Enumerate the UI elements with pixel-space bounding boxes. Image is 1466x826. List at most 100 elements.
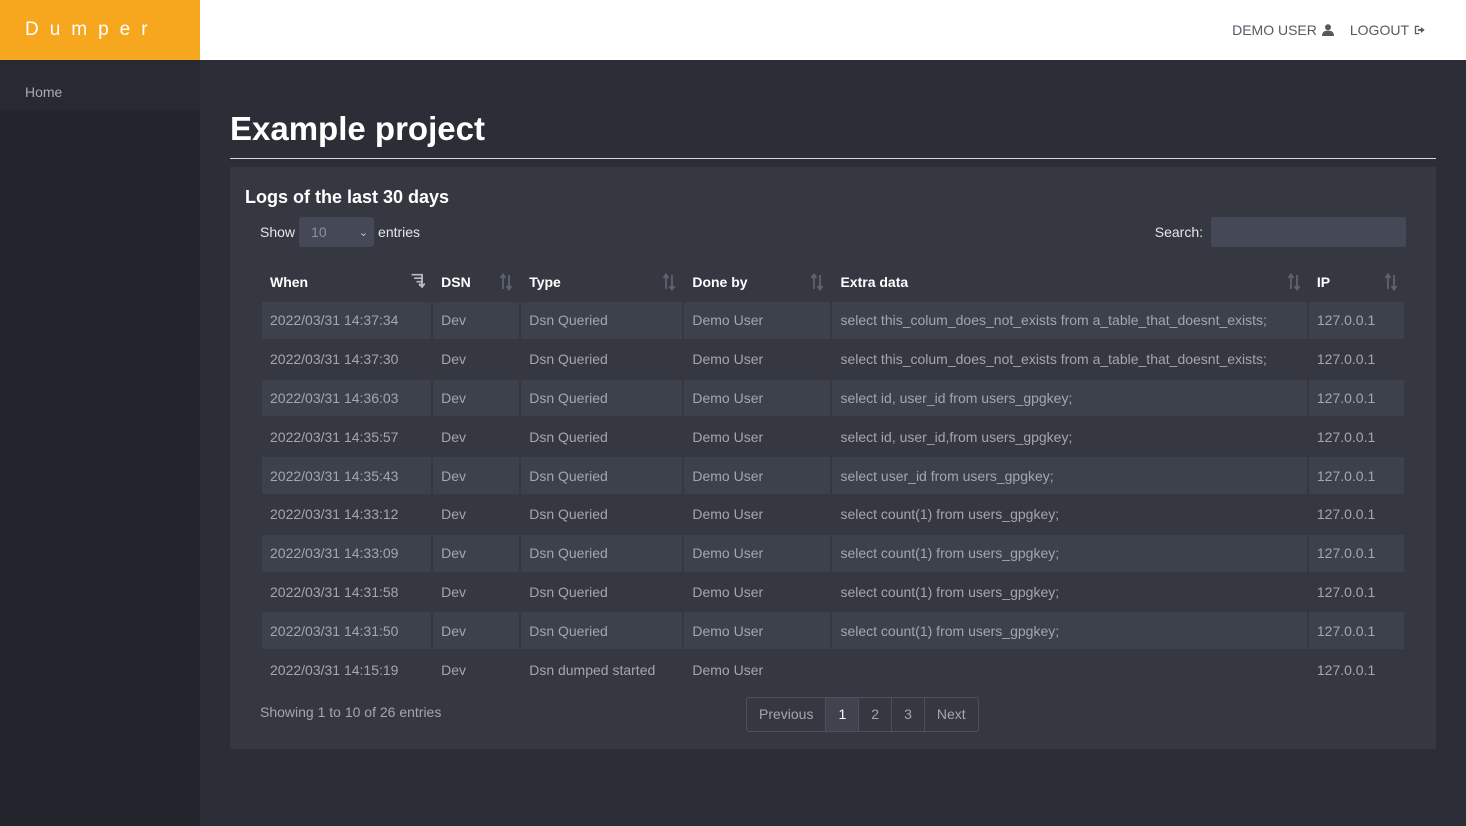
cell-type: Dsn dumped started [529,661,656,678]
pagination: Previous 1 2 3 Next [746,697,979,732]
cell-dsn: Dev [433,534,520,572]
page-title: Example project [230,110,1436,159]
cell-dsn: Dev [433,612,520,650]
user-name: DEMO USER [1232,22,1317,38]
cell-dsn: Dev [433,457,520,494]
table-row: 2022/03/31 14:33:12 Dev Dsn Queried Demo… [262,496,1404,533]
cell-when: 2022/03/31 14:31:50 [262,612,432,650]
cell-dsn: Dev [433,302,520,339]
table-row: 2022/03/31 14:33:09 Dev Dsn Queried Demo… [262,534,1404,572]
entries-select[interactable]: 10 ⌄ [299,217,375,247]
table-row: 2022/03/31 14:35:43 Dev Dsn Queried Demo… [262,457,1404,494]
column-header-type[interactable]: Type [521,264,682,300]
sort-desc-icon [411,273,426,289]
cell-dsn: Dev [441,583,467,600]
search-box: Search: [1155,217,1406,247]
main-content: Example project Logs of the last 30 days… [230,110,1436,749]
cell-extra-data: select this_colum_does_not_exists from a… [832,302,1307,339]
sort-icon [663,273,676,291]
pagination-page-2[interactable]: 2 [859,698,893,731]
table-row: 2022/03/31 14:15:19 Dev Dsn dumped start… [262,651,1404,688]
top-nav: DEMO USER LOGOUT [1232,0,1426,60]
cell-extra-data: select count(1) from users_gpgkey; [840,583,1060,600]
column-label: Done by [692,274,748,290]
cell-when: 2022/03/31 14:35:57 [270,428,399,445]
cell-done-by: Demo User [684,302,831,339]
card-title: Logs of the last 30 days [245,187,450,207]
logout-icon [1414,25,1425,35]
cell-ip: 127.0.0.1 [1308,534,1404,572]
user-icon [1321,24,1334,36]
cell-extra-data: select id, user_id from users_gpgkey; [832,379,1307,417]
sidebar-item-home[interactable]: Home [0,60,200,110]
cell-dsn: Dev [441,506,467,523]
table-info: Showing 1 to 10 of 26 entries [260,704,442,720]
cell-done-by: Demo User [692,583,764,600]
cell-type: Dsn Queried [521,612,683,650]
entries-label: entries [378,224,421,240]
cell-extra-data [832,651,1306,688]
cell-dsn: Dev [441,351,467,368]
cell-ip: 127.0.0.1 [1316,583,1376,600]
user-menu[interactable]: DEMO USER [1232,22,1334,38]
search-input[interactable] [1211,217,1406,247]
pagination-previous[interactable]: Previous [747,698,827,731]
brand-logo[interactable]: Dumper [0,0,200,60]
cell-dsn: Dev [441,428,467,445]
sidebar: Home [0,60,200,826]
column-label: DSN [441,274,471,290]
cell-extra-data: select count(1) from users_gpgkey; [840,506,1060,523]
cell-type: Dsn Queried [529,351,608,368]
table-row: 2022/03/31 14:37:34 Dev Dsn Queried Demo… [262,302,1404,339]
cell-ip: 127.0.0.1 [1308,457,1404,494]
cell-when: 2022/03/31 14:33:12 [270,506,399,523]
cell-ip: 127.0.0.1 [1308,612,1404,650]
cell-extra-data: select count(1) from users_gpgkey; [832,612,1307,650]
cell-done-by: Demo User [692,428,764,445]
column-header-done-by[interactable]: Done by [684,264,830,300]
column-header-dsn[interactable]: DSN [433,264,519,300]
column-header-ip[interactable]: IP [1309,264,1404,300]
cell-type: Dsn Queried [521,534,683,572]
cell-done-by: Demo User [684,379,831,417]
cell-when: 2022/03/31 14:37:30 [270,351,399,368]
cell-type: Dsn Queried [521,379,683,417]
cell-extra-data: select user_id from users_gpgkey; [832,457,1307,494]
table-row: 2022/03/31 14:36:03 Dev Dsn Queried Demo… [262,379,1404,417]
sort-icon [811,273,824,291]
cell-when: 2022/03/31 14:37:34 [262,302,432,339]
table-row: 2022/03/31 14:31:50 Dev Dsn Queried Demo… [262,612,1404,650]
cell-ip: 127.0.0.1 [1316,661,1376,678]
table-row: 2022/03/31 14:31:58 Dev Dsn Queried Demo… [262,574,1404,611]
pagination-page-1[interactable]: 1 [826,698,860,731]
top-bar: DEMO USER LOGOUT [200,0,1466,60]
column-header-extra-data[interactable]: Extra data [832,264,1306,300]
chevron-down-icon: ⌄ [358,227,369,239]
column-header-when[interactable]: When [262,264,431,300]
cell-ip: 127.0.0.1 [1316,506,1376,523]
cell-type: Dsn Queried [529,428,608,445]
table-row: 2022/03/31 14:35:57 Dev Dsn Queried Demo… [262,418,1404,455]
logout-link[interactable]: LOGOUT [1350,22,1426,38]
column-label: Type [529,274,561,290]
pagination-next[interactable]: Next [925,698,978,731]
logout-label: LOGOUT [1349,22,1409,38]
cell-when: 2022/03/31 14:35:43 [262,457,432,494]
logs-card: Logs of the last 30 days Show 10 ⌄ entri… [230,167,1436,749]
sort-icon [499,273,513,291]
cell-done-by: Demo User [692,661,764,678]
column-label: When [270,274,309,290]
pagination-page-3[interactable]: 3 [892,698,925,731]
cell-when: 2022/03/31 14:15:19 [270,661,399,678]
cell-type: Dsn Queried [521,457,683,494]
cell-ip: 127.0.0.1 [1308,302,1404,339]
cell-type: Dsn Queried [521,302,683,339]
show-label: Show [260,224,296,240]
logs-table: When DSN Type Done by Extra data IP 2022… [260,262,1406,690]
cell-done-by: Demo User [692,506,764,523]
cell-when: 2022/03/31 14:36:03 [262,379,432,417]
cell-when: 2022/03/31 14:31:58 [270,583,399,600]
column-label: IP [1316,274,1331,290]
cell-ip: 127.0.0.1 [1316,351,1376,368]
table-header-row: When DSN Type Done by Extra data IP [262,264,1404,300]
